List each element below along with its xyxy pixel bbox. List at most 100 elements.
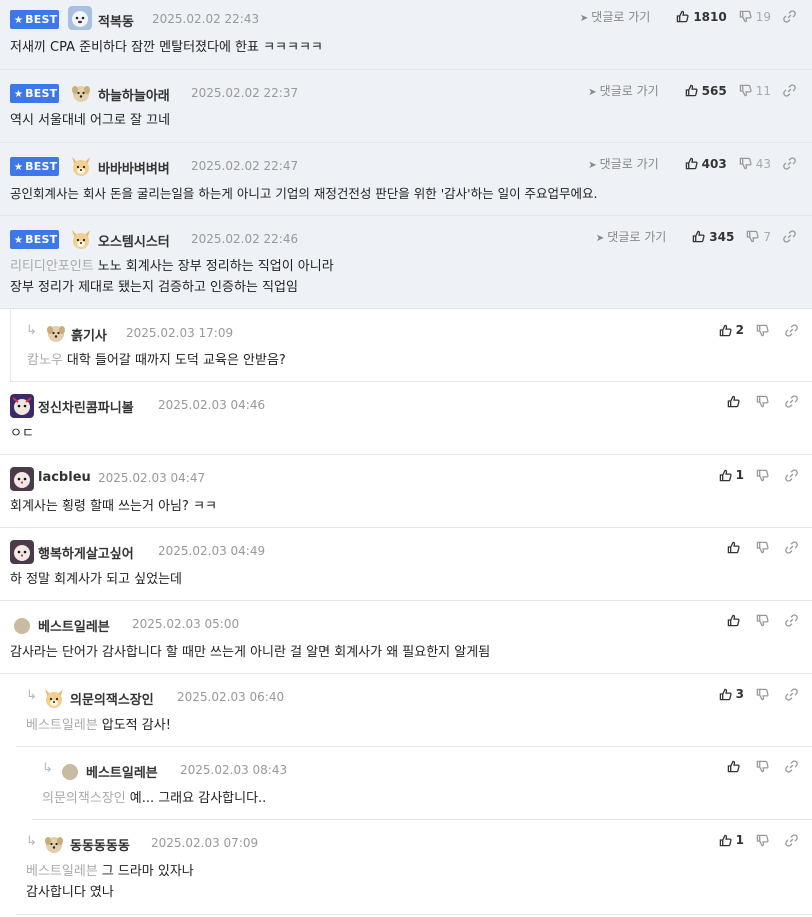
- reply-arrow-icon: ↳: [26, 834, 37, 849]
- downvote-button[interactable]: 19: [739, 10, 771, 24]
- mention[interactable]: 리티디안포인트: [10, 259, 94, 274]
- upvote-count: 1: [735, 468, 744, 482]
- downvote-button[interactable]: [756, 395, 773, 408]
- upvote-button[interactable]: 565: [685, 84, 727, 98]
- downvote-button[interactable]: [756, 688, 773, 701]
- avatar[interactable]: [14, 618, 30, 634]
- mention[interactable]: 베스트일레븐: [26, 864, 98, 879]
- avatar[interactable]: [62, 764, 78, 780]
- share-link-button[interactable]: [785, 688, 802, 701]
- thumb-up-icon: [727, 541, 740, 554]
- nickname[interactable]: 바바바벼벼벼: [98, 158, 170, 177]
- nickname[interactable]: 흙기사: [71, 325, 107, 344]
- best-badge: ★ BEST: [10, 10, 59, 29]
- avatar[interactable]: [42, 832, 66, 856]
- downvote-count: 43: [755, 156, 771, 171]
- downvote-button[interactable]: [756, 469, 773, 482]
- link-icon: [783, 10, 796, 23]
- reply-label: 댓글로 가기: [599, 84, 659, 98]
- comment-text-line-2: 장부 정리가 제대로 됐는지 검증하고 인증하는 직업임: [10, 280, 298, 295]
- share-link-button[interactable]: [783, 157, 800, 170]
- best-badge: ★ BEST: [10, 157, 59, 176]
- comment-best-2: ★ BEST 하늘하늘아래 2025.02.02 22:37 ➤ 댓글로 가기 56…: [0, 70, 812, 143]
- mention[interactable]: 의문의잭스장인: [42, 791, 126, 806]
- downvote-button[interactable]: 7: [746, 230, 771, 244]
- share-link-button[interactable]: [785, 469, 802, 482]
- share-link-button[interactable]: [785, 614, 802, 627]
- timestamp: 2025.02.03 07:09: [151, 836, 259, 850]
- avatar[interactable]: [10, 540, 34, 564]
- go-to-reply-link[interactable]: ➤ 댓글로 가기: [588, 155, 658, 172]
- upvote-button[interactable]: 1810: [676, 10, 727, 24]
- go-to-reply-link[interactable]: ➤ 댓글로 가기: [588, 82, 658, 99]
- link-icon: [785, 324, 798, 337]
- comment-text-line: 예... 그래요 감사합니다..: [129, 791, 267, 806]
- upvote-button[interactable]: 1: [719, 833, 744, 847]
- share-link-button[interactable]: [785, 760, 802, 773]
- comment-text: 베스트일레븐 압도적 감사!: [26, 715, 171, 736]
- avatar[interactable]: [10, 467, 34, 491]
- upvote-button[interactable]: 2: [719, 323, 744, 337]
- nickname[interactable]: 하늘하늘아래: [98, 85, 170, 104]
- upvote-button[interactable]: 403: [685, 157, 727, 171]
- nickname[interactable]: 행복하게살고싶어: [38, 543, 134, 562]
- share-link-button[interactable]: [785, 541, 802, 554]
- thumb-down-icon: [739, 10, 752, 23]
- avatar[interactable]: [69, 81, 93, 105]
- thumb-up-icon: [719, 469, 732, 482]
- upvote-button[interactable]: [727, 614, 744, 627]
- comment-actions: 2: [707, 323, 802, 337]
- nickname[interactable]: 베스트일레븐: [86, 762, 158, 781]
- downvote-button[interactable]: 43: [739, 157, 771, 171]
- downvote-button[interactable]: 11: [739, 84, 771, 98]
- downvote-button[interactable]: [756, 834, 773, 847]
- share-link-button[interactable]: [785, 834, 802, 847]
- mention[interactable]: 베스트일레븐: [26, 718, 98, 733]
- avatar[interactable]: [42, 686, 66, 710]
- avatar[interactable]: [69, 154, 93, 178]
- downvote-button[interactable]: [756, 324, 773, 337]
- nickname[interactable]: 정신차린콤파니볼: [38, 397, 134, 416]
- comment-text: 하 정말 회계사가 되고 싶었는데: [10, 572, 183, 587]
- upvote-button[interactable]: [727, 760, 744, 773]
- thumb-down-icon: [756, 614, 769, 627]
- share-link-button[interactable]: [785, 395, 802, 408]
- comment-actions: ➤ 댓글로 가기 345 7: [596, 228, 800, 245]
- avatar[interactable]: [10, 394, 34, 418]
- thumb-up-icon: [727, 760, 740, 773]
- link-icon: [785, 688, 798, 701]
- share-link-button[interactable]: [785, 324, 802, 337]
- downvote-count: 7: [763, 229, 771, 244]
- share-link-button[interactable]: [783, 230, 800, 243]
- reply-comment: ↳ 의문의잭스장인 2025.02.03 06:40 3 베스트일레븐 압도적 감…: [16, 674, 812, 747]
- thumb-up-icon: [719, 834, 732, 847]
- comment-actions: [715, 760, 802, 773]
- go-to-reply-link[interactable]: ➤ 댓글로 가기: [596, 228, 666, 245]
- upvote-button[interactable]: 1: [719, 468, 744, 482]
- upvote-button[interactable]: 345: [692, 230, 734, 244]
- downvote-button[interactable]: [756, 760, 773, 773]
- mention[interactable]: 캄노우: [27, 353, 63, 368]
- avatar[interactable]: [44, 321, 68, 345]
- share-link-button[interactable]: [783, 10, 800, 23]
- upvote-button[interactable]: 3: [719, 687, 744, 701]
- downvote-button[interactable]: [756, 541, 773, 554]
- timestamp: 2025.02.03 05:00: [132, 617, 240, 631]
- downvote-button[interactable]: [756, 614, 773, 627]
- upvote-button[interactable]: [727, 541, 744, 554]
- thumb-down-icon: [756, 469, 769, 482]
- nickname[interactable]: 의문의잭스장인: [70, 689, 154, 708]
- comment-actions: [715, 395, 802, 408]
- comment-text: 회계사는 횡령 할때 쓰는거 아님? ㅋㅋ: [10, 499, 217, 514]
- nickname[interactable]: 적복동: [98, 11, 134, 30]
- upvote-button[interactable]: [727, 395, 744, 408]
- nickname[interactable]: 오스템시스터: [98, 231, 170, 250]
- best-label: BEST: [25, 233, 58, 246]
- go-to-reply-link[interactable]: ➤ 댓글로 가기: [580, 8, 650, 25]
- avatar[interactable]: [69, 227, 93, 251]
- share-link-button[interactable]: [783, 84, 800, 97]
- nickname[interactable]: 베스트일레븐: [38, 616, 110, 635]
- nickname[interactable]: 동동동동동: [70, 835, 130, 854]
- nickname[interactable]: lacbleu: [38, 470, 91, 485]
- avatar[interactable]: [68, 6, 92, 30]
